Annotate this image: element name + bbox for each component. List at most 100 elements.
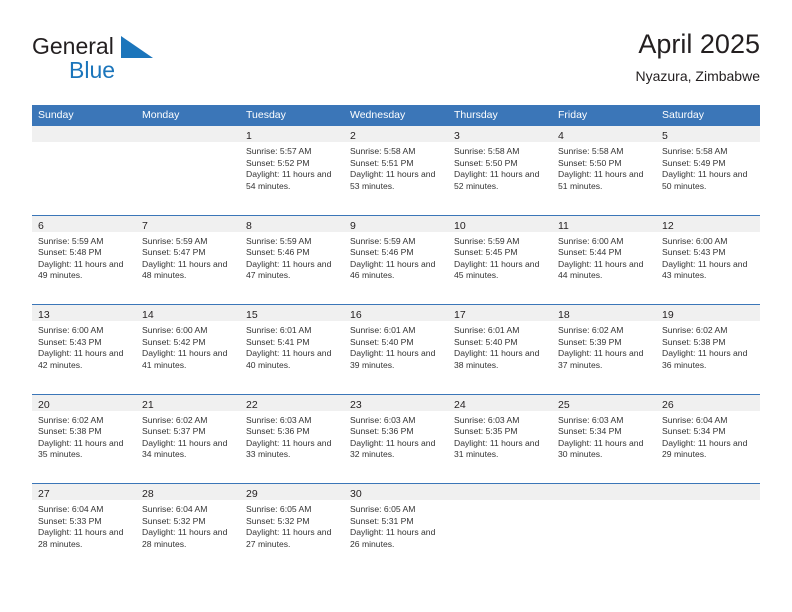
day-cell[interactable]: 12 Sunrise: 6:00 AM Sunset: 5:43 PM Dayl…: [656, 215, 760, 305]
sunrise-text: Sunrise: 6:01 AM: [350, 325, 416, 335]
day-info: Sunrise: 5:58 AM Sunset: 5:51 PM Dayligh…: [344, 142, 448, 192]
sunset-text: Sunset: 5:44 PM: [558, 247, 622, 258]
day-number-band: 27: [32, 484, 136, 500]
calendar-week-row: 6 Sunrise: 5:59 AM Sunset: 5:48 PM Dayli…: [32, 214, 760, 305]
sunset-text: Sunset: 5:35 PM: [454, 426, 518, 437]
day-cell[interactable]: 13 Sunrise: 6:00 AM Sunset: 5:43 PM Dayl…: [32, 305, 136, 394]
day-cell[interactable]: 18 Sunrise: 6:02 AM Sunset: 5:39 PM Dayl…: [552, 305, 656, 394]
day-cell[interactable]: 5 Sunrise: 5:58 AM Sunset: 5:49 PM Dayli…: [656, 126, 760, 215]
day-number: 9: [350, 219, 356, 232]
day-number: 10: [454, 219, 466, 232]
day-info: [32, 142, 136, 146]
day-cell[interactable]: 14 Sunrise: 6:00 AM Sunset: 5:42 PM Dayl…: [136, 305, 240, 394]
day-number-band: 24: [448, 394, 552, 411]
daylight-text: Daylight: 11 hours and 34 minutes.: [142, 437, 228, 460]
sunrise-text: Sunrise: 6:02 AM: [662, 325, 728, 335]
day-number-band: 6: [32, 215, 136, 232]
sunrise-text: Sunrise: 5:59 AM: [142, 235, 208, 246]
day-cell[interactable]: 7 Sunrise: 5:59 AM Sunset: 5:47 PM Dayli…: [136, 215, 240, 305]
daylight-text: Daylight: 11 hours and 53 minutes.: [350, 169, 436, 191]
day-info: Sunrise: 5:59 AM Sunset: 5:47 PM Dayligh…: [136, 232, 240, 282]
day-number: 11: [558, 219, 569, 232]
weekday-header-wednesday: Wednesday: [350, 109, 406, 121]
day-info: [552, 500, 656, 504]
sunset-text: Sunset: 5:31 PM: [350, 515, 414, 526]
daylight-text: Daylight: 11 hours and 43 minutes.: [662, 258, 748, 281]
day-number: 5: [662, 130, 668, 142]
day-info: Sunrise: 6:05 AM Sunset: 5:32 PM Dayligh…: [240, 500, 344, 550]
daylight-text: Daylight: 11 hours and 33 minutes.: [246, 437, 332, 460]
day-info: Sunrise: 6:03 AM Sunset: 5:35 PM Dayligh…: [448, 411, 552, 461]
day-info: Sunrise: 5:59 AM Sunset: 5:48 PM Dayligh…: [32, 232, 136, 282]
day-number-band: [136, 126, 240, 142]
day-cell[interactable]: 21 Sunrise: 6:02 AM Sunset: 5:37 PM Dayl…: [136, 394, 240, 484]
day-cell[interactable]: 28 Sunrise: 6:04 AM Sunset: 5:32 PM Dayl…: [136, 484, 240, 573]
day-number-band: 1: [240, 126, 344, 142]
day-number-band: [32, 126, 136, 142]
day-number: 23: [350, 398, 362, 411]
day-cell[interactable]: 1 Sunrise: 5:57 AM Sunset: 5:52 PM Dayli…: [240, 126, 344, 215]
day-number: 8: [246, 219, 252, 232]
day-cell[interactable]: 9 Sunrise: 5:59 AM Sunset: 5:46 PM Dayli…: [344, 215, 448, 305]
general-blue-logo[interactable]: General Blue: [32, 34, 272, 90]
day-cell[interactable]: 20 Sunrise: 6:02 AM Sunset: 5:38 PM Dayl…: [32, 394, 136, 484]
day-cell[interactable]: 27 Sunrise: 6:04 AM Sunset: 5:33 PM Dayl…: [32, 484, 136, 573]
sunrise-text: Sunrise: 6:02 AM: [38, 414, 104, 425]
sunset-text: Sunset: 5:52 PM: [246, 157, 310, 168]
calendar-week-row: 1 Sunrise: 5:57 AM Sunset: 5:52 PM Dayli…: [32, 125, 760, 215]
page-header: General Blue April 2025 Nyazura, Zimbabw…: [32, 28, 760, 94]
day-cell[interactable]: 29 Sunrise: 6:05 AM Sunset: 5:32 PM Dayl…: [240, 484, 344, 573]
day-number-band: 16: [344, 305, 448, 321]
day-cell[interactable]: [136, 126, 240, 215]
sunrise-text: Sunrise: 6:00 AM: [142, 325, 208, 335]
daylight-text: Daylight: 11 hours and 32 minutes.: [350, 437, 436, 460]
day-cell[interactable]: [32, 126, 136, 215]
weekday-header-sunday: Sunday: [38, 109, 74, 121]
day-cell[interactable]: 30 Sunrise: 6:05 AM Sunset: 5:31 PM Dayl…: [344, 484, 448, 573]
day-cell[interactable]: 22 Sunrise: 6:03 AM Sunset: 5:36 PM Dayl…: [240, 394, 344, 484]
day-cell[interactable]: 17 Sunrise: 6:01 AM Sunset: 5:40 PM Dayl…: [448, 305, 552, 394]
logo-triangle-icon: [121, 36, 154, 63]
day-number-band: [448, 484, 552, 500]
weekday-header-thursday: Thursday: [454, 109, 498, 121]
logo-text-general: General: [32, 33, 114, 59]
sunset-text: Sunset: 5:40 PM: [350, 336, 414, 347]
sunrise-text: Sunrise: 6:00 AM: [662, 235, 728, 246]
day-cell[interactable]: 24 Sunrise: 6:03 AM Sunset: 5:35 PM Dayl…: [448, 394, 552, 484]
sunrise-text: Sunrise: 6:01 AM: [246, 325, 312, 335]
day-number: 12: [662, 219, 674, 232]
day-number-band: 19: [656, 305, 760, 321]
day-info: Sunrise: 6:02 AM Sunset: 5:38 PM Dayligh…: [32, 411, 136, 461]
day-cell[interactable]: 2 Sunrise: 5:58 AM Sunset: 5:51 PM Dayli…: [344, 126, 448, 215]
day-number: 1: [246, 130, 252, 142]
sunrise-text: Sunrise: 5:59 AM: [350, 235, 416, 246]
day-cell[interactable]: 4 Sunrise: 5:58 AM Sunset: 5:50 PM Dayli…: [552, 126, 656, 215]
sunset-text: Sunset: 5:45 PM: [454, 247, 518, 258]
day-cell[interactable]: 6 Sunrise: 5:59 AM Sunset: 5:48 PM Dayli…: [32, 215, 136, 305]
sunset-text: Sunset: 5:37 PM: [142, 426, 206, 437]
sunset-text: Sunset: 5:36 PM: [246, 426, 310, 437]
day-cell[interactable]: 15 Sunrise: 6:01 AM Sunset: 5:41 PM Dayl…: [240, 305, 344, 394]
day-cell[interactable]: 10 Sunrise: 5:59 AM Sunset: 5:45 PM Dayl…: [448, 215, 552, 305]
day-cell[interactable]: 23 Sunrise: 6:03 AM Sunset: 5:36 PM Dayl…: [344, 394, 448, 484]
day-number-band: 9: [344, 215, 448, 232]
day-cell[interactable]: 3 Sunrise: 5:58 AM Sunset: 5:50 PM Dayli…: [448, 126, 552, 215]
day-cell[interactable]: 16 Sunrise: 6:01 AM Sunset: 5:40 PM Dayl…: [344, 305, 448, 394]
day-number: 26: [662, 398, 674, 411]
sunset-text: Sunset: 5:41 PM: [246, 336, 310, 347]
day-number-band: 22: [240, 394, 344, 411]
sunset-text: Sunset: 5:39 PM: [558, 336, 622, 347]
day-cell[interactable]: 25 Sunrise: 6:03 AM Sunset: 5:34 PM Dayl…: [552, 394, 656, 484]
day-number-band: 30: [344, 484, 448, 500]
day-cell[interactable]: 19 Sunrise: 6:02 AM Sunset: 5:38 PM Dayl…: [656, 305, 760, 394]
day-number-band: 14: [136, 305, 240, 321]
day-info: Sunrise: 6:04 AM Sunset: 5:32 PM Dayligh…: [136, 500, 240, 550]
day-info: Sunrise: 6:00 AM Sunset: 5:43 PM Dayligh…: [32, 321, 136, 371]
day-cell[interactable]: 26 Sunrise: 6:04 AM Sunset: 5:34 PM Dayl…: [656, 394, 760, 484]
day-info: Sunrise: 6:04 AM Sunset: 5:34 PM Dayligh…: [656, 411, 760, 461]
day-number: 30: [350, 488, 362, 500]
daylight-text: Daylight: 11 hours and 38 minutes.: [454, 348, 540, 370]
day-cell[interactable]: 11 Sunrise: 6:00 AM Sunset: 5:44 PM Dayl…: [552, 215, 656, 305]
daylight-text: Daylight: 11 hours and 46 minutes.: [350, 258, 436, 281]
day-cell[interactable]: 8 Sunrise: 5:59 AM Sunset: 5:46 PM Dayli…: [240, 215, 344, 305]
